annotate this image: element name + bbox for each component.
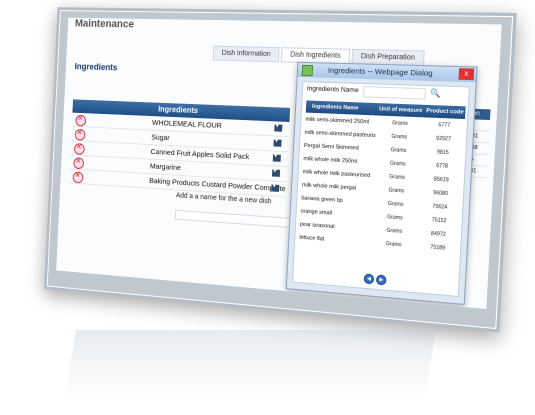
search-row: Ingredients Name 🔍 <box>303 82 469 102</box>
code-value: 75189 <box>430 243 446 252</box>
unit-value: Grams <box>388 186 405 195</box>
app-screen: Maintenance Dish Information Dish Ingred… <box>56 17 502 310</box>
prev-page-button[interactable]: ◀ <box>363 273 375 285</box>
add-ingredient-input[interactable] <box>174 209 292 228</box>
code-value: 85619 <box>433 175 449 184</box>
delete-icon[interactable] <box>73 157 85 170</box>
code-value: 75624 <box>432 203 448 211</box>
ingredient-name: orange small <box>300 207 333 217</box>
dialog-title: Ingredients -- Webpage Dialog <box>327 65 433 78</box>
col-code: Product code <box>426 108 464 116</box>
ingredients-table: Ingredients Name Unit of measure Product… <box>299 100 466 255</box>
screenshot-stage: Maintenance Dish Information Dish Ingred… <box>0 0 535 415</box>
code-value: 75152 <box>431 216 447 224</box>
code-value: 6778 <box>435 162 449 170</box>
ingredient-name: milk whole milk 250ml <box>303 155 358 165</box>
ingredient-name: milk semi-skimmed 250ml <box>305 116 370 125</box>
next-page-button[interactable]: ▶ <box>375 274 387 286</box>
ingredients-dialog: Ingredients -- Webpage Dialog x Ingredie… <box>285 61 478 306</box>
ingredients-grid: Ingredients WHOLEMEAL FLOUR Sugar Canned… <box>68 99 292 228</box>
ingredient-name: milk semi-skimmed pasteurised <box>304 129 376 139</box>
dropdown-arrow-icon[interactable] <box>271 184 280 192</box>
monitor-frame: Maintenance Dish Information Dish Ingred… <box>44 7 517 333</box>
search-icon[interactable]: 🔍 <box>430 88 441 98</box>
col-unit: Unit of measure <box>378 106 423 115</box>
ingredient-name: banana green tip <box>301 194 343 204</box>
unit-value: Grams <box>387 213 403 221</box>
ingredient-name: lettuce flat <box>299 234 325 243</box>
ingredient-name: Margarine <box>149 161 182 173</box>
ingredient-name: Sugar <box>151 132 170 143</box>
unit-value: Grams <box>391 119 408 127</box>
ingredient-name: WHOLEMEAL FLOUR <box>151 118 223 130</box>
dropdown-arrow-icon[interactable] <box>272 154 281 162</box>
app-title: Maintenance <box>74 17 135 31</box>
dialog-body: Ingredients Name 🔍 Ingredients Name Unit… <box>292 81 470 298</box>
dropdown-arrow-icon[interactable] <box>274 124 283 132</box>
delete-icon[interactable] <box>75 114 87 127</box>
unit-value: Grams <box>389 173 406 181</box>
ingredient-name: Pergal Semi Skimmed <box>303 142 359 152</box>
code-value: 84972 <box>430 230 447 238</box>
delete-icon[interactable] <box>74 128 86 141</box>
dropdown-arrow-icon[interactable] <box>271 169 281 177</box>
ingredient-name: Canned Fruit Apples Solid Pack <box>150 147 250 162</box>
code-value: 6777 <box>438 121 451 129</box>
ingredient-name: milk whole milk pasteurised <box>302 168 371 179</box>
unit-value: Grams <box>389 160 406 168</box>
code-value: 96080 <box>433 189 449 197</box>
delete-icon[interactable] <box>73 143 85 155</box>
code-value: 92927 <box>435 135 452 143</box>
monitor-reflection <box>63 330 437 400</box>
section-title: Ingredients <box>74 61 118 73</box>
delete-icon[interactable] <box>72 171 84 184</box>
search-input[interactable] <box>362 86 426 100</box>
tilted-monitor: Maintenance Dish Information Dish Ingred… <box>44 7 517 333</box>
ingredient-name: milk whole milk pergal <box>301 181 357 192</box>
dialog-titlebar[interactable]: Ingredients -- Webpage Dialog x <box>297 62 477 83</box>
page-icon <box>301 64 314 77</box>
unit-value: Grams <box>390 146 407 154</box>
unit-value: Grams <box>387 200 404 208</box>
close-button[interactable]: x <box>458 68 475 81</box>
unit-value: Grams <box>385 240 402 248</box>
code-value: 9815 <box>436 148 449 156</box>
unit-value: Grams <box>391 133 408 141</box>
search-label: Ingredients Name <box>306 85 359 95</box>
unit-value: Grams <box>386 227 403 235</box>
tab-dish-information[interactable]: Dish Information <box>212 45 280 63</box>
pager: ◀ ▶ <box>363 273 389 286</box>
dropdown-arrow-icon[interactable] <box>273 139 282 147</box>
